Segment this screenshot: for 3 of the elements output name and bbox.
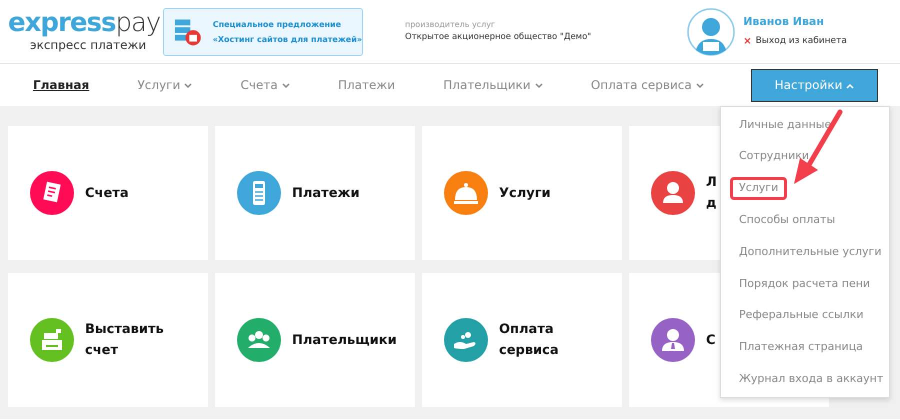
provider-label: производитель услуг [405, 19, 496, 32]
provider-name: Открытое акционерное общество "Демо" [405, 31, 592, 44]
logo-tagline: экспресс платежи [30, 36, 148, 54]
